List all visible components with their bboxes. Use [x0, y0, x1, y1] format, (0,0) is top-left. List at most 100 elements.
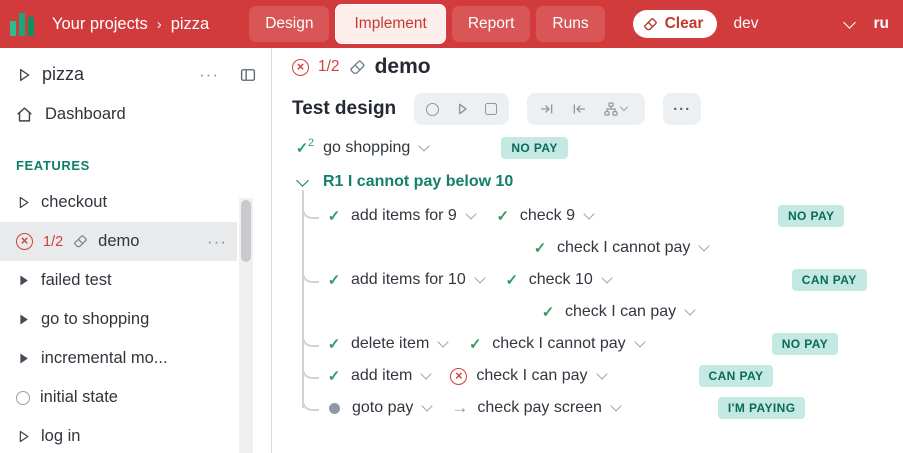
feature-header: 1/2 demo — [292, 54, 885, 80]
tag-badge[interactable]: NO PAY — [501, 137, 567, 159]
chevron-down-icon[interactable] — [699, 240, 710, 251]
node-label[interactable]: go shopping — [323, 139, 410, 157]
tab-report[interactable]: Report — [452, 6, 531, 42]
feature-label: log in — [41, 427, 80, 446]
clear-button[interactable]: Clear — [633, 10, 718, 38]
node-label[interactable]: goto pay — [352, 399, 413, 417]
sidebar-item-demo[interactable]: 1/2 demo ··· — [0, 222, 237, 261]
chevron-down-icon[interactable] — [583, 208, 594, 219]
play-icon[interactable] — [455, 102, 469, 116]
sidebar-scrollbar-thumb[interactable] — [241, 200, 251, 262]
tag-badge[interactable]: CAN PAY — [699, 365, 774, 387]
home-icon — [16, 106, 33, 123]
node-label[interactable]: add item — [351, 367, 412, 385]
test-node-row[interactable]: delete item check I cannot pay NO PAY — [326, 328, 885, 360]
project-more-button[interactable]: ··· — [199, 65, 219, 85]
node-label[interactable]: check I can pay — [565, 303, 676, 321]
node-label[interactable]: check pay screen — [477, 399, 602, 417]
sidebar-item-dashboard[interactable]: Dashboard — [0, 95, 271, 134]
eraser-icon — [73, 234, 88, 249]
features-list: checkout 1/2 demo ··· failed test — [0, 183, 271, 453]
skip-back-icon[interactable] — [571, 101, 587, 117]
breadcrumb-separator-icon: › — [157, 16, 162, 33]
sidebar-item-checkout[interactable]: checkout — [0, 183, 237, 222]
tab-runs[interactable]: Runs — [536, 6, 604, 42]
collapse-sidebar-icon[interactable] — [239, 66, 257, 84]
topbar: Your projects › pizza Design Implement R… — [0, 0, 903, 48]
features-section-title: FEATURES — [0, 134, 271, 175]
test-node-row[interactable]: 2 go shopping NO PAY — [294, 132, 885, 164]
play-outline-icon — [16, 67, 32, 83]
check-icon — [504, 271, 520, 289]
node-label[interactable]: add items for 9 — [351, 207, 457, 225]
main-panel: 1/2 demo Test design — [272, 48, 903, 453]
node-label[interactable]: delete item — [351, 335, 429, 353]
sidebar-item-log-in[interactable]: log in — [0, 417, 237, 453]
sidebar-item-go-to-shopping[interactable]: go to shopping — [0, 300, 237, 339]
tag-badge[interactable]: NO PAY — [772, 333, 838, 355]
chevron-down-icon[interactable] — [685, 304, 696, 315]
sidebar-item-incremental[interactable]: incremental mo... — [0, 339, 237, 378]
node-label[interactable]: check I can pay — [476, 367, 587, 385]
requirement-group-row[interactable]: R1 I cannot pay below 10 — [292, 164, 885, 200]
play-filled-icon — [16, 351, 31, 366]
chevron-down-icon[interactable] — [419, 140, 430, 151]
record-icon[interactable] — [426, 103, 439, 116]
sidebar-item-failed-test[interactable]: failed test — [0, 261, 237, 300]
breadcrumb-current: pizza — [171, 15, 210, 34]
check-icon — [326, 271, 342, 289]
play-filled-icon — [16, 273, 31, 288]
tag-badge[interactable]: I'M PAYING — [718, 397, 806, 419]
node-label[interactable]: check I cannot pay — [492, 335, 625, 353]
env-selector[interactable]: dev — [734, 15, 860, 33]
fail-count: 1/2 — [318, 58, 340, 76]
test-node-row[interactable]: goto pay check pay screen I'M PAYING — [326, 392, 885, 424]
chevron-down-icon[interactable] — [465, 208, 476, 219]
chevron-down-icon[interactable] — [601, 272, 612, 283]
test-node-row[interactable]: add item check I can pay CAN PAY — [326, 360, 885, 392]
run-button[interactable]: ru — [874, 15, 890, 33]
skip-forward-icon[interactable] — [539, 101, 555, 117]
node-label[interactable]: check 9 — [520, 207, 575, 225]
feature-label: failed test — [41, 271, 112, 290]
node-label[interactable]: check I cannot pay — [557, 239, 690, 257]
feature-more-button[interactable]: ··· — [207, 232, 227, 252]
env-selector-value: dev — [734, 15, 759, 33]
chevron-down-icon[interactable] — [596, 368, 607, 379]
chevron-down-icon[interactable] — [438, 336, 449, 347]
dashboard-label: Dashboard — [45, 105, 126, 124]
node-label[interactable]: add items for 10 — [351, 271, 466, 289]
test-node-row[interactable]: add items for 9 check 9 NO PAY — [326, 200, 885, 232]
error-circle-icon — [450, 368, 467, 385]
tab-implement[interactable]: Implement — [335, 4, 445, 44]
requirement-label[interactable]: R1 I cannot pay below 10 — [323, 173, 513, 191]
chevron-down-icon[interactable] — [634, 336, 645, 347]
main-tabs: Design Implement Report Runs — [249, 4, 604, 44]
section-title: Test design — [292, 98, 396, 120]
sidebar-scrollbar-track[interactable] — [239, 198, 253, 453]
node-label[interactable]: check 10 — [529, 271, 593, 289]
test-node-row[interactable]: add items for 10 check 10 CAN PAY — [326, 264, 885, 296]
test-node-row[interactable]: check I cannot pay — [532, 232, 885, 264]
flow-icon[interactable] — [603, 101, 633, 117]
feature-label: go to shopping — [41, 310, 149, 329]
tag-badge[interactable]: CAN PAY — [792, 269, 867, 291]
tab-design[interactable]: Design — [249, 6, 329, 42]
tag-badge[interactable]: NO PAY — [778, 205, 844, 227]
stop-icon[interactable] — [485, 103, 497, 115]
state-dot-icon — [329, 403, 340, 414]
test-node-row[interactable]: check I can pay — [540, 296, 885, 328]
toolbar-more-button[interactable]: ··· — [663, 93, 701, 125]
feature-label: initial state — [40, 388, 118, 407]
sidebar-item-initial-state[interactable]: initial state — [0, 378, 237, 417]
breadcrumb-projects-link[interactable]: Your projects — [52, 15, 148, 34]
chevron-down-icon[interactable] — [610, 400, 621, 411]
chevron-down-icon[interactable] — [421, 368, 432, 379]
project-name[interactable]: pizza — [42, 64, 84, 85]
error-circle-icon — [292, 59, 309, 76]
chevron-down-icon[interactable] — [296, 174, 309, 187]
chevron-down-icon[interactable] — [422, 400, 433, 411]
app-logo-icon[interactable] — [8, 9, 38, 39]
chevron-down-icon[interactable] — [474, 272, 485, 283]
feature-label: incremental mo... — [41, 349, 168, 368]
